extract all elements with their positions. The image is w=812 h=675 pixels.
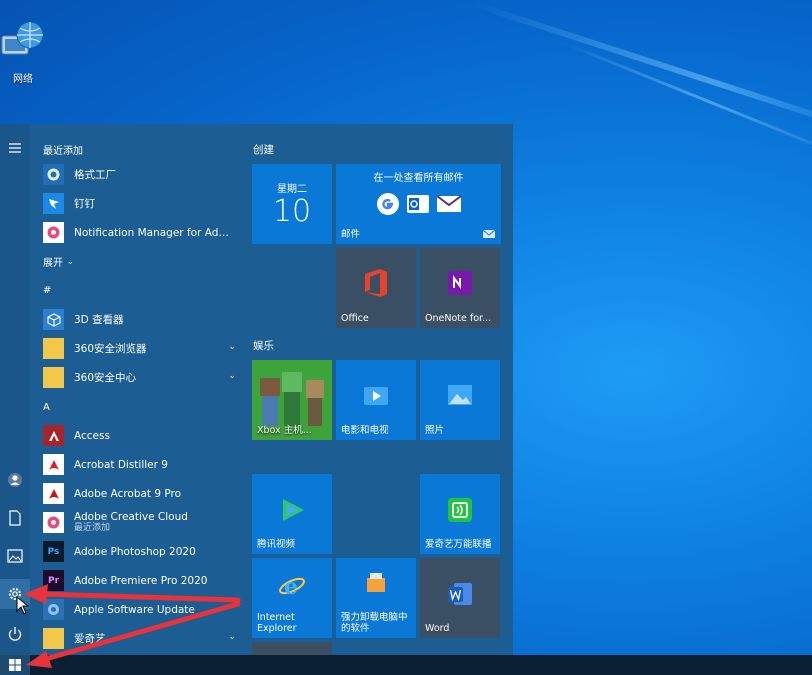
red-arrow-settings bbox=[24, 584, 48, 604]
red-arrow-start bbox=[26, 651, 52, 668]
annotation-arrows bbox=[24, 584, 241, 668]
